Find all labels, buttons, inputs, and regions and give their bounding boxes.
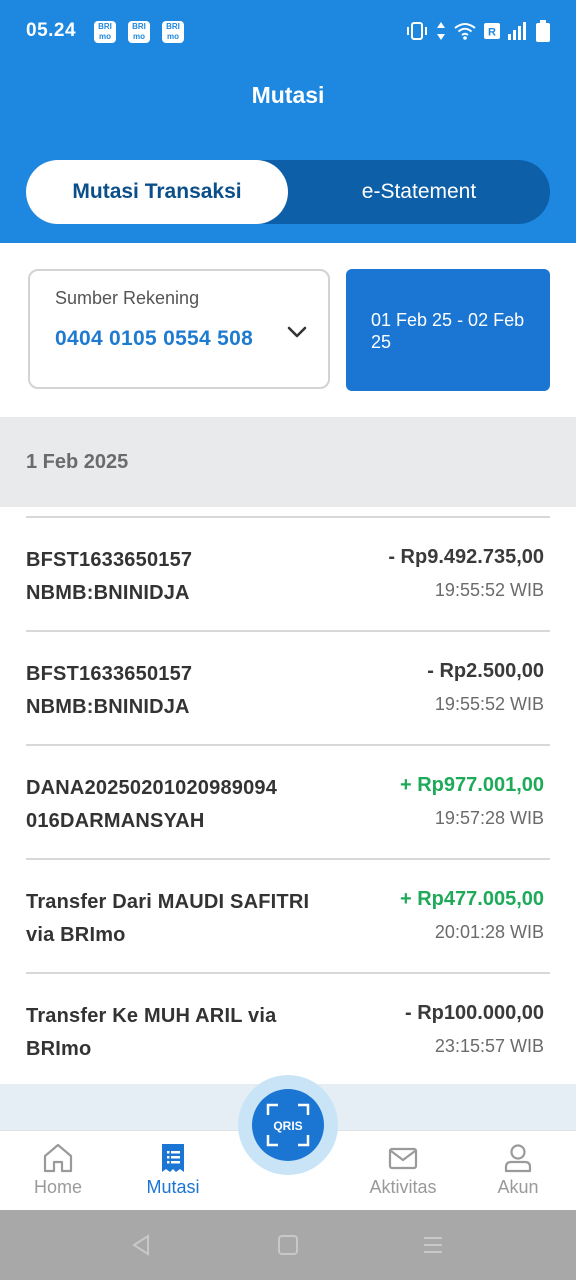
nav-mutasi-label: Mutasi <box>146 1177 200 1197</box>
brimo-notification-icon: BRI mo <box>162 21 184 43</box>
date-group-header: 1 Feb 2025 <box>0 417 576 507</box>
header: 05.24 BRI mo BRI mo BRI mo R Mutasi Muta… <box>0 0 576 243</box>
tab-e-statement[interactable]: e-Statement <box>288 160 550 224</box>
transaction-description: Transfer Ke MUH ARIL via BRImo <box>26 1005 277 1060</box>
system-icons: R <box>406 20 550 42</box>
roaming-icon: R <box>484 23 500 39</box>
transaction-amount: + Rp977.001,00 <box>400 774 544 796</box>
qris-icon: QRIS <box>266 1103 310 1147</box>
transaction-description: Transfer Dari MAUDI SAFITRI via BRImo <box>26 891 310 946</box>
qris-label: QRIS <box>273 1119 302 1133</box>
transaction-amount: - Rp2.500,00 <box>427 660 544 682</box>
nav-akun-label: Akun <box>497 1177 539 1197</box>
transaction-time: 19:55:52 WIB <box>434 694 544 714</box>
nav-home[interactable]: Home <box>8 1143 108 1198</box>
back-icon[interactable] <box>130 1234 152 1256</box>
transaction-time: 23:15:57 WIB <box>434 1036 544 1056</box>
nav-aktivitas-label: Aktivitas <box>369 1177 437 1197</box>
menu-icon[interactable] <box>422 1234 444 1256</box>
user-icon <box>504 1144 532 1173</box>
nav-mutasi[interactable]: Mutasi <box>123 1143 223 1198</box>
account-label: Sumber Rekening <box>55 288 200 308</box>
nav-home-label: Home <box>33 1177 82 1197</box>
status-time: 05.24 <box>26 20 77 41</box>
transaction-time: 19:55:52 WIB <box>434 580 544 600</box>
tab-switcher: Mutasi Transaksi e-Statement <box>26 160 550 224</box>
tab-mutasi-transaksi[interactable]: Mutasi Transaksi <box>26 160 288 224</box>
transaction-row[interactable]: Transfer Dari MAUDI SAFITRI via BRImo + … <box>26 858 550 972</box>
date-group-label: 1 Feb 2025 <box>26 451 129 473</box>
chevron-down-icon <box>287 326 307 338</box>
receipt-icon <box>162 1144 184 1172</box>
transaction-time: 19:57:28 WIB <box>434 808 544 828</box>
nav-akun[interactable]: Akun <box>468 1143 568 1198</box>
transaction-row[interactable]: BFST1633650157 NBMB:BNINIDJA - Rp2.500,0… <box>26 630 550 744</box>
signal-icon <box>508 22 526 40</box>
transaction-description: BFST1633650157 NBMB:BNINIDJA <box>26 549 193 604</box>
transaction-amount: + Rp477.005,00 <box>400 888 544 910</box>
transaction-amount: - Rp9.492.735,00 <box>388 546 544 568</box>
transaction-row[interactable]: DANA20250201020989094 016DARMANSYAH + Rp… <box>26 744 550 858</box>
account-number: 0404 0105 0554 508 <box>55 327 254 350</box>
transaction-description: BFST1633650157 NBMB:BNINIDJA <box>26 663 193 718</box>
brimo-notification-icon: BRI mo <box>94 21 116 43</box>
home-icon <box>43 1143 73 1173</box>
brimo-notification-icon: BRI mo <box>128 21 150 43</box>
android-nav-bar <box>0 1210 576 1280</box>
svg-text:R: R <box>488 27 496 39</box>
transaction-row[interactable]: Transfer Ke MUH ARIL via BRImo - Rp100.0… <box>26 972 550 1086</box>
data-transfer-icon <box>437 22 445 40</box>
status-bar: 05.24 BRI mo BRI mo BRI mo R <box>0 0 576 64</box>
wifi-icon <box>454 23 476 40</box>
transaction-description: DANA20250201020989094 016DARMANSYAH <box>26 777 278 832</box>
vibrate-icon <box>407 22 427 40</box>
transaction-list: BFST1633650157 NBMB:BNINIDJA - Rp9.492.7… <box>0 516 576 1088</box>
notification-icons: BRI mo BRI mo BRI mo <box>94 21 184 43</box>
battery-icon <box>536 20 550 42</box>
account-selector[interactable]: Sumber Rekening 0404 0105 0554 508 <box>28 269 330 389</box>
mail-icon <box>388 1147 418 1170</box>
transaction-time: 20:01:28 WIB <box>434 922 544 942</box>
home-button-icon[interactable] <box>277 1234 299 1256</box>
nav-aktivitas[interactable]: Aktivitas <box>353 1143 453 1198</box>
qris-button-inner: QRIS <box>252 1089 324 1161</box>
transaction-row[interactable]: BFST1633650157 NBMB:BNINIDJA - Rp9.492.7… <box>26 516 550 630</box>
date-range-button[interactable]: 01 Feb 25 - 02 Feb 25 <box>346 269 550 391</box>
qris-button[interactable]: QRIS <box>238 1075 338 1175</box>
page-title: Mutasi <box>251 82 325 108</box>
transaction-amount: - Rp100.000,00 <box>405 1002 544 1024</box>
